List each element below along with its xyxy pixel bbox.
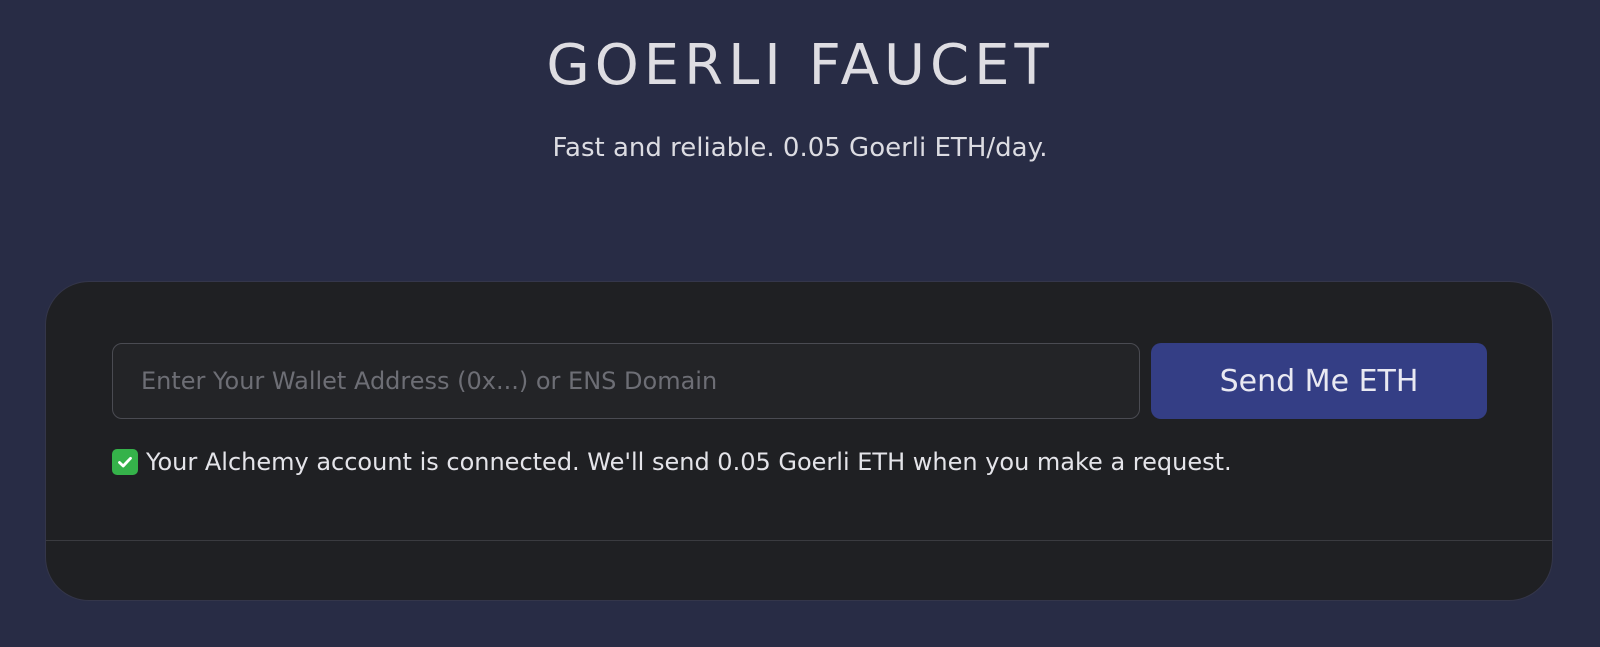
check-icon	[112, 449, 138, 475]
request-form: Send Me ETH	[112, 343, 1487, 419]
page-title: GOERLI FAUCET	[546, 33, 1054, 98]
wallet-address-input[interactable]	[112, 343, 1140, 419]
account-status-message: Your Alchemy account is connected. We'll…	[112, 448, 1232, 476]
send-me-eth-button[interactable]: Send Me ETH	[1151, 343, 1487, 419]
status-message-text: Your Alchemy account is connected. We'll…	[146, 448, 1232, 476]
page-subtitle: Fast and reliable. 0.05 Goerli ETH/day.	[552, 133, 1048, 163]
card-divider	[46, 540, 1552, 541]
faucet-card: Send Me ETH Your Alchemy account is conn…	[45, 281, 1553, 601]
